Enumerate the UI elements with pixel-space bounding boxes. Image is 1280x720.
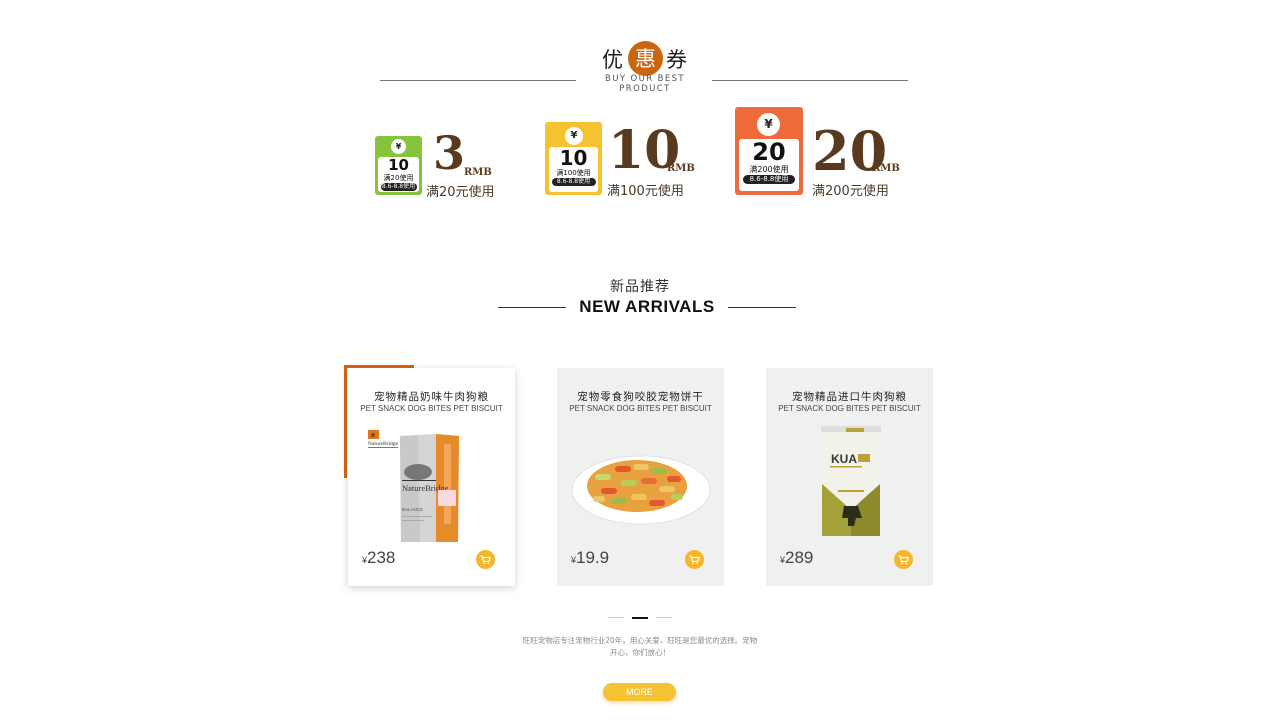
product-price: ¥289 [780, 548, 813, 568]
coupon-tag-condition: 满20使用 [383, 174, 414, 182]
coupon-tag-condition: 满100使用 [556, 169, 591, 177]
yen-icon: ¥ [565, 127, 583, 145]
coupon-tag-body: 20 满200使用 8.6-8.8使用 [739, 139, 799, 191]
coupon-title-char: 券 [666, 48, 687, 72]
price-value: 289 [785, 548, 814, 567]
coupon-tag-body: 10 满20使用 8.6-8.8使用 [378, 157, 419, 192]
coupon-title-char: 优 [602, 48, 623, 72]
product-name: 宠物零食狗咬胶宠物饼干 [577, 391, 704, 403]
coupon-tag: ¥ 10 满100使用 8.6-8.8使用 [545, 122, 602, 195]
coupon-subtitle: BUY OUR BEST PRODUCT [604, 74, 686, 94]
divider-line [712, 80, 908, 81]
arrivals-title-cn: 新品推荐 [610, 279, 670, 295]
coupon-tag-body: 10 满100使用 8.6-8.8使用 [549, 147, 598, 192]
product-subtitle: PET SNACK DOG BITES PET BISCUIT [778, 404, 921, 413]
pager-dot[interactable] [656, 617, 672, 618]
dog-food-bag-image: NatureBridge NatureBridge BALANCE [368, 430, 459, 542]
add-to-cart-button[interactable] [685, 550, 704, 569]
card-accent-corner [344, 365, 347, 478]
price-value: 238 [367, 548, 396, 567]
cart-icon [689, 555, 700, 565]
coupon-header: 优 惠 券 BUY OUR BEST PRODUCT [0, 30, 1280, 94]
coupon-title: 优 惠 券 [600, 41, 690, 76]
divider-line [380, 80, 576, 81]
coupon-unit: RMB [464, 167, 492, 178]
product-variant: BALANCE [402, 507, 423, 512]
cart-icon [898, 555, 909, 565]
product-brand-small: NatureBridge [368, 441, 398, 447]
more-button[interactable]: MORE [603, 683, 676, 701]
product-name: 宠物精品进口牛肉狗粮 [792, 391, 907, 403]
coupon-description: 满100元使用 [607, 184, 684, 199]
divider-line [728, 307, 796, 308]
coupon-date: 8.6-8.8使用 [551, 178, 596, 186]
product-card[interactable]: 宠物精品进口牛肉狗粮 PET SNACK DOG BITES PET BISCU… [766, 368, 933, 586]
coupon-title-highlight: 惠 [628, 41, 663, 76]
price-value: 19.9 [576, 548, 610, 567]
product-price: ¥19.9 [571, 548, 609, 568]
coupon-date: 8.6-8.8使用 [380, 183, 417, 191]
cart-icon [480, 555, 491, 565]
product-price: ¥238 [362, 548, 395, 568]
pager-dot-active[interactable] [632, 617, 648, 619]
product-card[interactable]: 宠物精品奶味牛肉狗粮 PET SNACK DOG BITES PET BISCU… [348, 368, 515, 586]
divider-line [498, 307, 566, 308]
coupon-amount: 3 [433, 126, 466, 180]
product-card[interactable]: 宠物零食狗咬胶宠物饼干 PET SNACK DOG BITES PET BISC… [557, 368, 724, 586]
coupon-10rmb[interactable]: ¥ 10 满100使用 8.6-8.8使用 10 RMB 满100元使用 [545, 120, 705, 205]
coupon-date: 8.6-8.8使用 [743, 175, 795, 184]
product-image: KUA [818, 426, 884, 538]
product-name: 宠物精品奶味牛肉狗粮 [374, 391, 489, 403]
coupon-description: 满200元使用 [812, 184, 889, 199]
coupon-unit: RMB [872, 163, 900, 174]
product-subtitle: PET SNACK DOG BITES PET BISCUIT [569, 404, 712, 413]
add-to-cart-button[interactable] [476, 550, 495, 569]
coupon-tag-condition: 满200使用 [749, 165, 789, 174]
coupon-unit: RMB [667, 163, 695, 174]
coupon-tag-value: 20 [752, 138, 786, 166]
carousel-pager [608, 617, 672, 619]
add-to-cart-button[interactable] [894, 550, 913, 569]
product-subtitle: PET SNACK DOG BITES PET BISCUIT [360, 404, 503, 413]
coupon-tag-value: 10 [388, 156, 409, 174]
yen-icon: ¥ [391, 139, 406, 154]
pager-dot[interactable] [608, 617, 624, 618]
biscuit-plate-image [571, 455, 711, 525]
coupon-tag-value: 10 [559, 146, 588, 170]
coupon-3rmb[interactable]: ¥ 10 满20使用 8.6-8.8使用 3 RMB 满20元使用 [375, 125, 515, 205]
product-image: NatureBridge NatureBridge BALANCE [366, 424, 466, 544]
imported-dog-food-bag-image: KUA [821, 426, 881, 536]
coupon-tag: ¥ 20 满200使用 8.6-8.8使用 [735, 107, 803, 195]
footer-description: 旺旺宠物店专注宠物行业20年，用心关爱，旺旺是您最优的选择。宠物开心，你们放心！ [522, 636, 758, 657]
product-image [571, 448, 711, 528]
arrivals-title-en: NEW ARRIVALS [579, 297, 715, 316]
product-brand: KUA [831, 452, 857, 466]
coupon-tag: ¥ 10 满20使用 8.6-8.8使用 [375, 136, 422, 195]
yen-icon: ¥ [757, 113, 780, 136]
coupon-20rmb[interactable]: ¥ 20 满200使用 8.6-8.8使用 20 RMB 满200元使用 [735, 107, 905, 205]
coupon-description: 满20元使用 [426, 185, 495, 200]
